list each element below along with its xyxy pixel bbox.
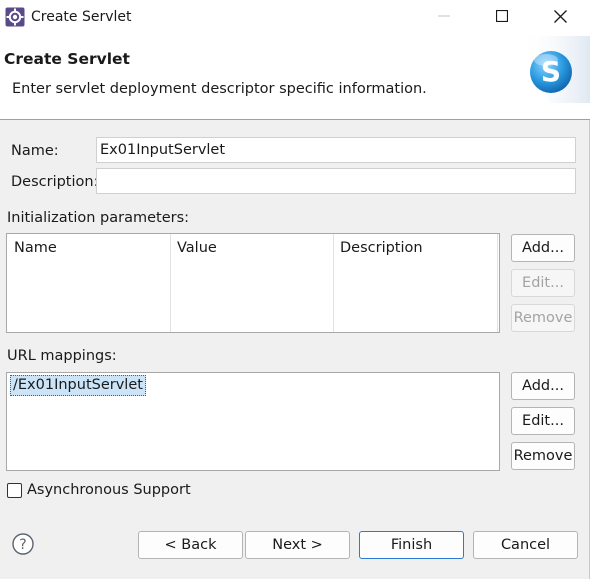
back-button[interactable]: < Back bbox=[138, 531, 243, 559]
async-support-checkbox[interactable] bbox=[7, 483, 22, 498]
init-params-label: Initialization parameters: bbox=[7, 210, 190, 226]
name-label: Name: bbox=[11, 143, 59, 159]
next-button[interactable]: Next > bbox=[245, 531, 350, 559]
column-divider bbox=[497, 234, 498, 332]
page-description: Enter servlet deployment descriptor spec… bbox=[12, 81, 427, 97]
description-field[interactable] bbox=[96, 168, 576, 194]
maximize-icon bbox=[495, 9, 509, 26]
minimize-button[interactable] bbox=[416, 0, 472, 36]
name-field[interactable]: Ex01InputServlet bbox=[96, 137, 576, 163]
close-button[interactable] bbox=[532, 0, 588, 36]
wizard-banner: Create Servlet Enter servlet deployment … bbox=[0, 36, 590, 120]
create-servlet-dialog: Create Servlet Create Servlet Enter serv… bbox=[0, 0, 590, 579]
column-header-description[interactable]: Description bbox=[340, 240, 423, 256]
minimize-icon bbox=[438, 10, 450, 26]
url-mapping-add-button[interactable]: Add... bbox=[511, 372, 575, 400]
list-item[interactable]: /Ex01InputServlet bbox=[10, 375, 146, 396]
page-title: Create Servlet bbox=[4, 50, 130, 68]
url-mappings-list[interactable]: /Ex01InputServlet bbox=[6, 372, 500, 471]
column-header-value[interactable]: Value bbox=[177, 240, 217, 256]
window-title: Create Servlet bbox=[31, 9, 132, 25]
title-bar: Create Servlet bbox=[0, 0, 590, 36]
init-param-edit-button[interactable]: Edit... bbox=[511, 269, 575, 297]
column-header-name[interactable]: Name bbox=[14, 240, 57, 256]
url-mapping-edit-button[interactable]: Edit... bbox=[511, 407, 575, 435]
svg-text:?: ? bbox=[19, 537, 26, 553]
init-param-add-button[interactable]: Add... bbox=[511, 234, 575, 262]
logo-letter: S bbox=[541, 55, 561, 88]
description-label: Description: bbox=[11, 174, 99, 190]
column-divider bbox=[170, 234, 171, 332]
cancel-button[interactable]: Cancel bbox=[473, 531, 578, 559]
column-divider bbox=[333, 234, 334, 332]
help-icon[interactable]: ? bbox=[12, 533, 34, 555]
finish-button[interactable]: Finish bbox=[359, 531, 464, 559]
async-support-label[interactable]: Asynchronous Support bbox=[27, 482, 191, 498]
url-mapping-remove-button[interactable]: Remove bbox=[511, 442, 575, 470]
init-param-remove-button[interactable]: Remove bbox=[511, 304, 575, 332]
init-params-table[interactable]: Name Value Description bbox=[6, 233, 500, 333]
close-icon bbox=[553, 9, 567, 27]
servlet-logo-icon: S bbox=[520, 36, 590, 103]
url-mappings-label: URL mappings: bbox=[7, 348, 117, 364]
eclipse-gear-icon bbox=[5, 7, 25, 27]
maximize-button[interactable] bbox=[474, 0, 530, 36]
